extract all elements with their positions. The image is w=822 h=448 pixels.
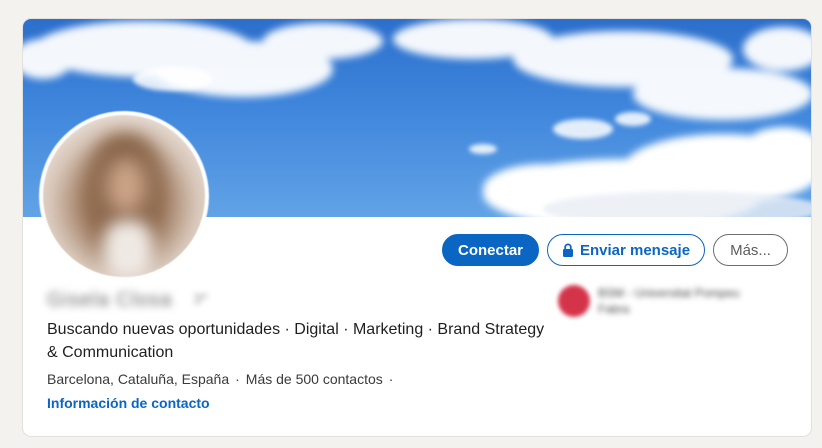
location-line: Barcelona, Cataluña, España · Más de 500 c…: [47, 371, 399, 387]
profile-card: Conectar Enviar mensaje Más... Gisela Cl…: [22, 18, 812, 437]
more-button[interactable]: Más...: [713, 234, 788, 266]
send-message-button[interactable]: Enviar mensaje: [547, 234, 705, 266]
profile-actions: Conectar Enviar mensaje Más...: [442, 234, 788, 266]
profile-name: Gisela Closa: [47, 289, 173, 311]
connection-degree-badge: 3º: [193, 291, 207, 308]
separator-dot-trailing: ·: [388, 371, 394, 387]
profile-photo[interactable]: [39, 111, 209, 281]
contact-info-link[interactable]: Información de contacto: [47, 395, 210, 411]
education-name: BSM - Universitat Pompeu Fabra: [598, 286, 740, 316]
lock-icon: [562, 243, 573, 257]
avatar-blur-face: [105, 157, 147, 215]
connect-button[interactable]: Conectar: [442, 234, 539, 266]
connections-count[interactable]: Más de 500 contactos: [246, 371, 383, 387]
avatar-blur-shirt: [103, 220, 153, 277]
send-message-label: Enviar mensaje: [579, 241, 691, 259]
separator-dot: ·: [235, 371, 240, 387]
profile-location: Barcelona, Cataluña, España: [47, 371, 230, 387]
profile-headline: Buscando nuevas oportunidades · Digital …: [47, 321, 545, 361]
education-entry[interactable]: BSM - Universitat Pompeu Fabra: [558, 285, 768, 317]
university-logo: [558, 285, 590, 317]
